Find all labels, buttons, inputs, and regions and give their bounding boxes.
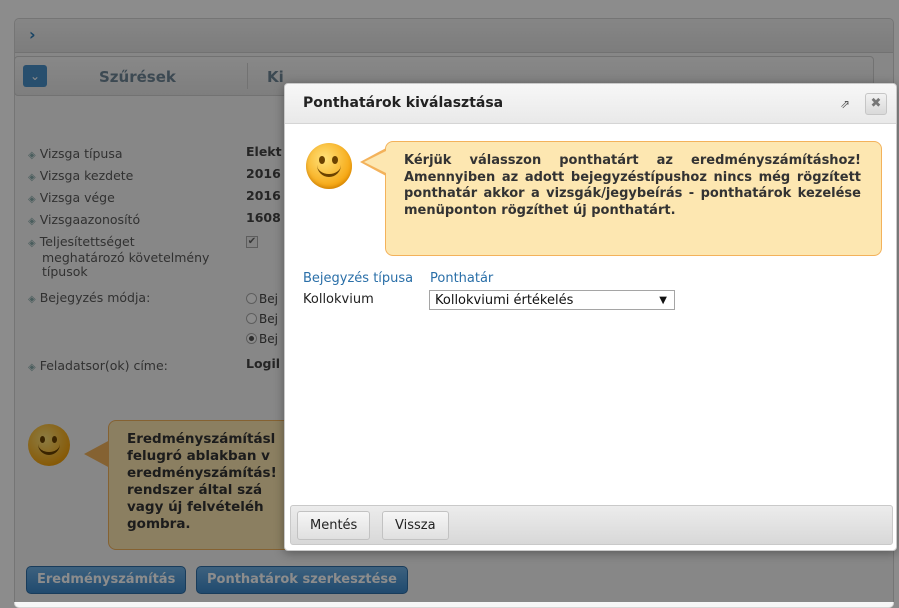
dialog-titlebar[interactable]: Ponthatárok kiválasztása ⇗ ✖ bbox=[285, 84, 896, 124]
back-button[interactable]: Vissza bbox=[382, 511, 449, 540]
dialog-footer: Mentés Vissza bbox=[290, 505, 893, 545]
column-header-ponthatar: Ponthatár bbox=[430, 271, 494, 286]
hint-bubble: Kérjük válasszon ponthatárt az eredménys… bbox=[385, 141, 882, 256]
row-label-kollokvium: Kollokvium bbox=[303, 292, 374, 307]
popout-icon[interactable]: ⇗ bbox=[838, 97, 852, 111]
ponthatar-dialog: Ponthatárok kiválasztása ⇗ ✖ Kérjük vála… bbox=[284, 83, 897, 551]
save-button[interactable]: Mentés bbox=[297, 511, 371, 540]
close-icon[interactable]: ✖ bbox=[865, 93, 887, 115]
ponthatar-select[interactable]: Kollokviumi értékelés ▼ bbox=[429, 290, 675, 310]
ponthatar-select-value: Kollokviumi értékelés bbox=[435, 293, 574, 308]
column-header-bejegyzes-tipusa: Bejegyzés típusa bbox=[303, 271, 414, 286]
dropdown-arrow-icon[interactable]: ▼ bbox=[659, 292, 667, 309]
hint-bubble-tail-inner bbox=[364, 151, 386, 173]
smiley-icon bbox=[306, 143, 352, 189]
dialog-title: Ponthatárok kiválasztása bbox=[303, 95, 504, 111]
